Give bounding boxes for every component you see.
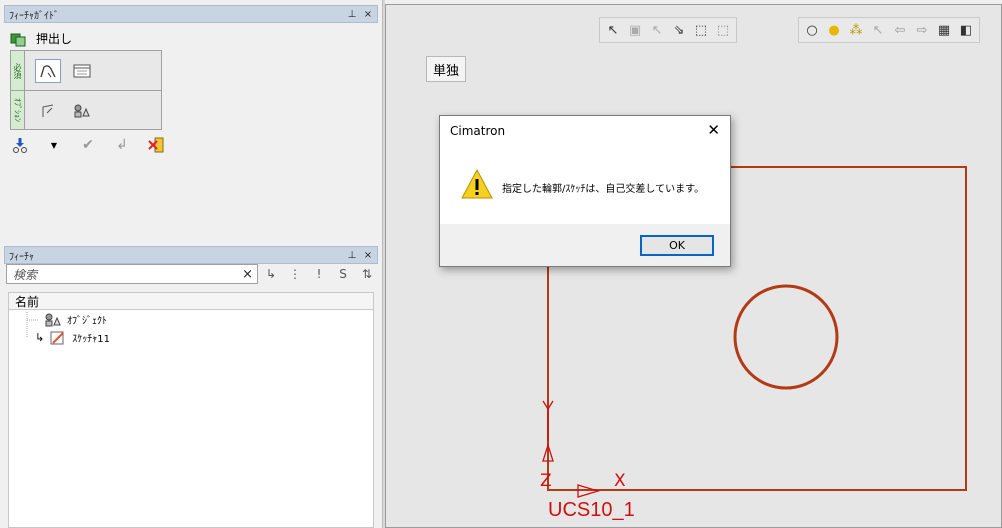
close-icon[interactable]: × [363, 9, 373, 20]
go-to-icon[interactable]: ↳ [264, 267, 278, 281]
sketch-icon [50, 331, 64, 344]
alert-icon[interactable]: ! [312, 267, 326, 281]
feature-tree-title: ﾌｨｰﾁｬ [9, 251, 34, 263]
ok-button[interactable]: OK [640, 235, 714, 256]
feature-guide-titlebar: ﾌｨｰﾁｬｶﾞｲﾄﾞ ⊥ × [4, 5, 378, 23]
feature-search-input[interactable]: 検索 × [6, 264, 258, 284]
command-name: 押出し [36, 32, 73, 46]
filter-icon[interactable]: ⋮ [288, 267, 302, 281]
required-tag: 必須 [11, 51, 25, 91]
search-placeholder: 検索 [13, 267, 38, 282]
object-options-icon[interactable] [69, 99, 95, 123]
feature-guide-title: ﾌｨｰﾁｬｶﾞｲﾄﾞ [9, 10, 59, 22]
tree-item-sketch[interactable]: ↳ ｽｹｯﾁｬ11 [35, 330, 110, 345]
tree-column-header[interactable]: 名前 [8, 292, 374, 310]
feature-tree-tools: ↳ ⋮ ! S ⇅ [264, 264, 374, 284]
order-icon[interactable]: ⇅ [360, 267, 374, 281]
extrude-icon [10, 33, 26, 46]
axis-label-z: Z [540, 471, 552, 491]
exit-icon[interactable] [146, 136, 166, 154]
preview-dropdown-icon[interactable]: ▼ [44, 136, 64, 154]
close-icon[interactable]: × [363, 250, 373, 261]
command-row: 押出し [10, 30, 72, 47]
error-dialog: Cimatron ✕ 指定した輪郭/ｽｹｯﾁは、自己交差しています。 OK [439, 115, 731, 267]
apply-continue-icon[interactable]: ↲ [112, 136, 132, 154]
app-root: ﾌｨｰﾁｬｶﾞｲﾄﾞ ⊥ × 押出し 必須 ｵﾌﾟｼｮﾝ ▼ ✔ ↲ ﾌｨｰﾁｬ… [0, 0, 1002, 528]
pointer-icon: ↳ [35, 331, 45, 344]
guide-action-row: ▼ ✔ ↲ [10, 136, 166, 154]
sketch-circle [733, 284, 839, 390]
preview-icon[interactable] [10, 136, 30, 154]
axis-label-x: X [614, 471, 626, 491]
clear-search-icon[interactable]: × [242, 267, 253, 282]
direction-icon[interactable] [35, 99, 61, 123]
parameter-table-icon[interactable] [69, 59, 95, 83]
close-icon[interactable]: ✕ [707, 121, 720, 139]
column-name: 名前 [15, 294, 40, 309]
tree-item-label: ｵﾌﾞｼﾞｪｸﾄ [67, 316, 107, 327]
tree-item-objects[interactable]: ｵﾌﾞｼﾞｪｸﾄ [45, 312, 107, 327]
contour-select-icon[interactable] [35, 59, 61, 83]
warning-icon [461, 168, 493, 199]
dialog-title: Cimatron [450, 124, 506, 138]
tree-item-label: ｽｹｯﾁｬ11 [72, 334, 110, 345]
ucs-label: UCS10_1 [548, 499, 635, 521]
required-group: 必須 [10, 50, 162, 92]
objects-icon [45, 313, 61, 326]
dialog-footer: OK [440, 224, 730, 266]
dialog-message: 指定した輪郭/ｽｹｯﾁは、自己交差しています。 [502, 184, 705, 195]
feature-guide-body: 押出し 必須 ｵﾌﾟｼｮﾝ ▼ ✔ ↲ [4, 24, 378, 244]
option-group: ｵﾌﾟｼｮﾝ [10, 90, 162, 130]
feature-tree-titlebar: ﾌｨｰﾁｬ ⊥ × [4, 246, 378, 264]
sort-icon[interactable]: S [336, 267, 350, 281]
pin-icon[interactable]: ⊥ [347, 9, 357, 20]
pin-icon[interactable]: ⊥ [347, 250, 357, 261]
apply-check-icon[interactable]: ✔ [78, 136, 98, 154]
feature-tree: ｵﾌﾞｼﾞｪｸﾄ ↳ ｽｹｯﾁｬ11 [8, 310, 374, 528]
option-tag: ｵﾌﾟｼｮﾝ [11, 91, 25, 129]
left-panel-area: ﾌｨｰﾁｬｶﾞｲﾄﾞ ⊥ × 押出し 必須 ｵﾌﾟｼｮﾝ ▼ ✔ ↲ ﾌｨｰﾁｬ… [0, 0, 382, 528]
